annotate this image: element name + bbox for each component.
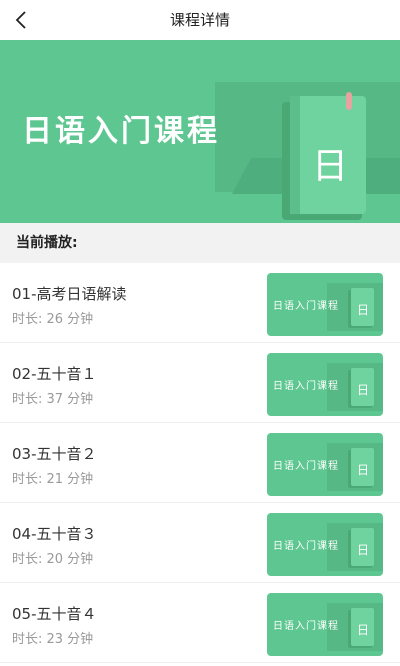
lesson-title: 03-五十音２ (12, 445, 97, 463)
thumb-title: 日语入门课程 (273, 461, 339, 472)
top-bar: 课程详情 (0, 0, 400, 40)
book-glyph: 日 (357, 463, 369, 477)
banner-title: 日语入门课程 (22, 114, 220, 149)
page-title: 课程详情 (169, 11, 230, 29)
book-icon: 日 (348, 288, 374, 328)
lesson-list: 01-高考日语解读 时长: 26 分钟 日语入门课程 日 02-五十音１ 时长:… (0, 263, 400, 663)
lesson-thumbnail[interactable]: 日语入门课程 日 (267, 433, 383, 496)
book-glyph: 日 (357, 623, 369, 637)
lesson-duration: 时长: 37 分钟 (12, 392, 94, 407)
lesson-title: 02-五十音１ (12, 365, 97, 383)
now-playing-label: 当前播放: (16, 235, 78, 251)
now-playing-header: 当前播放: (0, 223, 400, 263)
lesson-item[interactable]: 04-五十音３ 时长: 20 分钟 日语入门课程 日 (0, 503, 400, 583)
thumb-title: 日语入门课程 (273, 301, 339, 312)
lesson-item[interactable]: 05-五十音４ 时长: 23 分钟 日语入门课程 日 (0, 583, 400, 663)
book-icon: 日 (348, 448, 374, 488)
book-glyph: 日 (357, 383, 369, 397)
lesson-title: 04-五十音３ (12, 525, 97, 543)
lesson-duration: 时长: 20 分钟 (12, 552, 94, 567)
lesson-item[interactable]: 02-五十音１ 时长: 37 分钟 日语入门课程 日 (0, 343, 400, 423)
lesson-duration: 时长: 23 分钟 (12, 632, 94, 647)
thumb-title: 日语入门课程 (273, 621, 339, 632)
book-icon: 日 (348, 528, 374, 568)
lesson-thumbnail[interactable]: 日语入门课程 日 (267, 353, 383, 416)
lesson-item[interactable]: 03-五十音２ 时长: 21 分钟 日语入门课程 日 (0, 423, 400, 503)
book-icon: 日 (282, 92, 366, 220)
lesson-title: 01-高考日语解读 (12, 285, 127, 303)
lesson-title: 05-五十音４ (12, 605, 97, 623)
book-glyph: 日 (312, 146, 348, 187)
lesson-thumbnail[interactable]: 日语入门课程 日 (267, 513, 383, 576)
lesson-duration: 时长: 26 分钟 (12, 312, 94, 327)
book-glyph: 日 (357, 543, 369, 557)
lesson-item[interactable]: 01-高考日语解读 时长: 26 分钟 日语入门课程 日 (0, 263, 400, 343)
lesson-thumbnail[interactable]: 日语入门课程 日 (267, 273, 383, 336)
lesson-thumbnail[interactable]: 日语入门课程 日 (267, 593, 383, 656)
lesson-duration: 时长: 21 分钟 (12, 472, 94, 487)
thumb-title: 日语入门课程 (273, 381, 339, 392)
book-glyph: 日 (357, 303, 369, 317)
course-banner: 日语入门课程 日 (0, 40, 400, 223)
thumb-title: 日语入门课程 (273, 541, 339, 552)
book-icon: 日 (348, 608, 374, 648)
book-icon: 日 (348, 368, 374, 408)
